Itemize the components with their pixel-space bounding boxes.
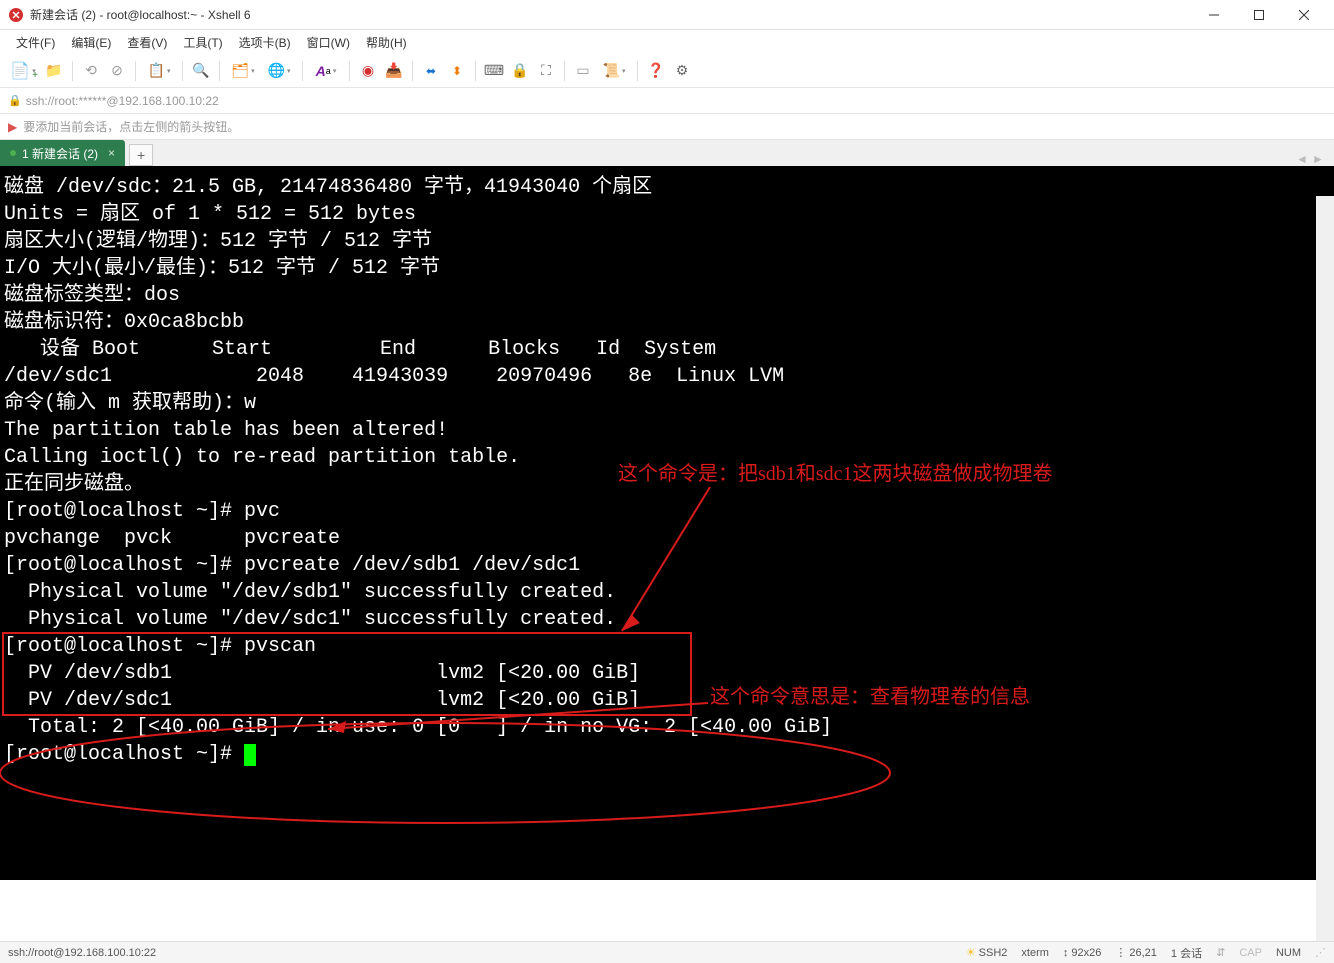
flag-icon: ▶ [8, 120, 17, 134]
menubar: 文件(F) 编辑(E) 查看(V) 工具(T) 选项卡(B) 窗口(W) 帮助(… [0, 30, 1334, 54]
copy-button[interactable]: 📋▾ [142, 59, 176, 83]
window-title: 新建会话 (2) - root@localhost:~ - Xshell 6 [30, 6, 1191, 23]
terminal-line: /dev/sdc1 2048 41943039 20970496 8e Linu… [4, 363, 1330, 390]
terminal-line: pvchange pvck pvcreate [4, 525, 1330, 552]
terminal-line: [root@localhost ~]# pvcreate /dev/sdb1 /… [4, 552, 1330, 579]
terminal-line: 磁盘标识符：0x0ca8bcbb [4, 309, 1330, 336]
globe-button[interactable]: 🌐▾ [262, 59, 296, 83]
terminal-line: Units = 扇区 of 1 * 512 = 512 bytes [4, 201, 1330, 228]
terminal-line: 磁盘标签类型：dos [4, 282, 1330, 309]
status-sessions: 1 会话 [1171, 945, 1202, 961]
lock-button[interactable]: 🔒 [508, 59, 532, 83]
terminal-scrollbar[interactable] [1316, 196, 1334, 941]
status-cursor-pos: ⋮26,21 [1115, 946, 1157, 959]
terminal-line: [root@localhost ~]# pvscan [4, 633, 1330, 660]
terminal-line: Calling ioctl() to re-read partition tab… [4, 444, 1330, 471]
help-button[interactable]: ❓ [644, 59, 668, 83]
terminal-line: [root@localhost ~]# pvc [4, 498, 1330, 525]
new-tab-button[interactable]: + [129, 144, 153, 166]
tabbar: 1 新建会话 (2) × + ◄ ► [0, 140, 1334, 166]
xshell-button[interactable]: ◉ [356, 59, 380, 83]
menu-tabs[interactable]: 选项卡(B) [231, 32, 299, 53]
menu-tools[interactable]: 工具(T) [175, 32, 230, 53]
terminal-line: PV /dev/sdb1 lvm2 [<20.00 GiB] [4, 660, 1330, 687]
status-resize-grip[interactable]: ⋰ [1315, 946, 1326, 959]
reconnect-button[interactable]: ⟲ [79, 59, 103, 83]
new-session-button[interactable]: 📄+▾ [6, 59, 40, 83]
menu-edit[interactable]: 编辑(E) [63, 32, 119, 53]
terminal-line: Total: 2 [<40.00 GiB] / in use: 0 [0 ] /… [4, 714, 1330, 741]
session-tab[interactable]: 1 新建会话 (2) × [0, 140, 125, 166]
hint-text: 要添加当前会话，点击左侧的箭头按钮。 [23, 118, 239, 135]
search-button[interactable]: 🔍 [189, 59, 213, 83]
font-button[interactable]: Aa▾ [309, 59, 343, 83]
tab-nav-right[interactable]: ► [1310, 152, 1326, 166]
terminal-line: I/O 大小(最小/最佳)：512 字节 / 512 字节 [4, 255, 1330, 282]
address-text[interactable]: ssh://root:******@192.168.100.10:22 [26, 94, 219, 108]
hintbar: ▶ 要添加当前会话，点击左侧的箭头按钮。 [0, 114, 1334, 140]
tab-close-button[interactable]: × [108, 146, 115, 160]
terminal-line: 磁盘 /dev/sdc：21.5 GB, 21474836480 字节，4194… [4, 174, 1330, 201]
status-protocol: ☀SSH2 [966, 946, 1008, 959]
tile-h-button[interactable]: ⬌ [419, 59, 443, 83]
minimize-button[interactable] [1191, 0, 1236, 30]
status-size: ↕92x26 [1063, 947, 1101, 959]
tab-nav-left[interactable]: ◄ [1294, 152, 1310, 166]
terminal[interactable]: 磁盘 /dev/sdc：21.5 GB, 21474836480 字节，4194… [0, 166, 1334, 880]
terminal-line: 正在同步磁盘。 [4, 471, 1330, 498]
status-dot-icon [10, 150, 16, 156]
transfer-button[interactable]: 📥 [382, 59, 406, 83]
terminal-line: 扇区大小(逻辑/物理)：512 字节 / 512 字节 [4, 228, 1330, 255]
terminal-line: The partition table has been altered! [4, 417, 1330, 444]
disconnect-button[interactable]: ⊘ [105, 59, 129, 83]
compose-button[interactable]: ▭ [571, 59, 595, 83]
sessions-button[interactable]: 🗂▾ [226, 59, 260, 83]
menu-window[interactable]: 窗口(W) [299, 32, 358, 53]
maximize-button[interactable] [1236, 0, 1281, 30]
script-button[interactable]: 📜▾ [597, 59, 631, 83]
tab-label: 1 新建会话 (2) [22, 145, 98, 162]
settings-button[interactable]: ⚙ [670, 59, 694, 83]
status-cap: CAP [1239, 947, 1262, 959]
status-term: xterm [1021, 947, 1049, 959]
status-num: NUM [1276, 947, 1301, 959]
app-icon [8, 7, 24, 23]
menu-view[interactable]: 查看(V) [119, 32, 175, 53]
tile-v-button[interactable]: ⬍ [445, 59, 469, 83]
cursor [244, 744, 256, 766]
keyboard-button[interactable]: ⌨ [482, 59, 506, 83]
terminal-line: 命令(输入 m 获取帮助)：w [4, 390, 1330, 417]
menu-help[interactable]: 帮助(H) [358, 32, 415, 53]
open-button[interactable]: 📁 [42, 59, 66, 83]
lock-icon: 🔒 [8, 94, 22, 107]
terminal-line: 设备 Boot Start End Blocks Id System [4, 336, 1330, 363]
terminal-line: Physical volume "/dev/sdb1" successfully… [4, 579, 1330, 606]
status-updown-icon: ⇵ [1216, 946, 1225, 959]
terminal-line: PV /dev/sdc1 lvm2 [<20.00 GiB] [4, 687, 1330, 714]
addressbar: 🔒 ssh://root:******@192.168.100.10:22 [0, 88, 1334, 114]
menu-file[interactable]: 文件(F) [8, 32, 63, 53]
status-connection: ssh://root@192.168.100.10:22 [8, 947, 952, 959]
close-button[interactable] [1281, 0, 1326, 30]
titlebar: 新建会话 (2) - root@localhost:~ - Xshell 6 [0, 0, 1334, 30]
fullscreen-button[interactable]: ⛶ [534, 59, 558, 83]
statusbar: ssh://root@192.168.100.10:22 ☀SSH2 xterm… [0, 941, 1334, 963]
terminal-line: Physical volume "/dev/sdc1" successfully… [4, 606, 1330, 633]
toolbar: 📄+▾ 📁 ⟲ ⊘ 📋▾ 🔍 🗂▾ 🌐▾ Aa▾ ◉ 📥 ⬌ ⬍ ⌨ 🔒 ⛶ ▭… [0, 54, 1334, 88]
terminal-line: [root@localhost ~]# [4, 741, 1330, 768]
